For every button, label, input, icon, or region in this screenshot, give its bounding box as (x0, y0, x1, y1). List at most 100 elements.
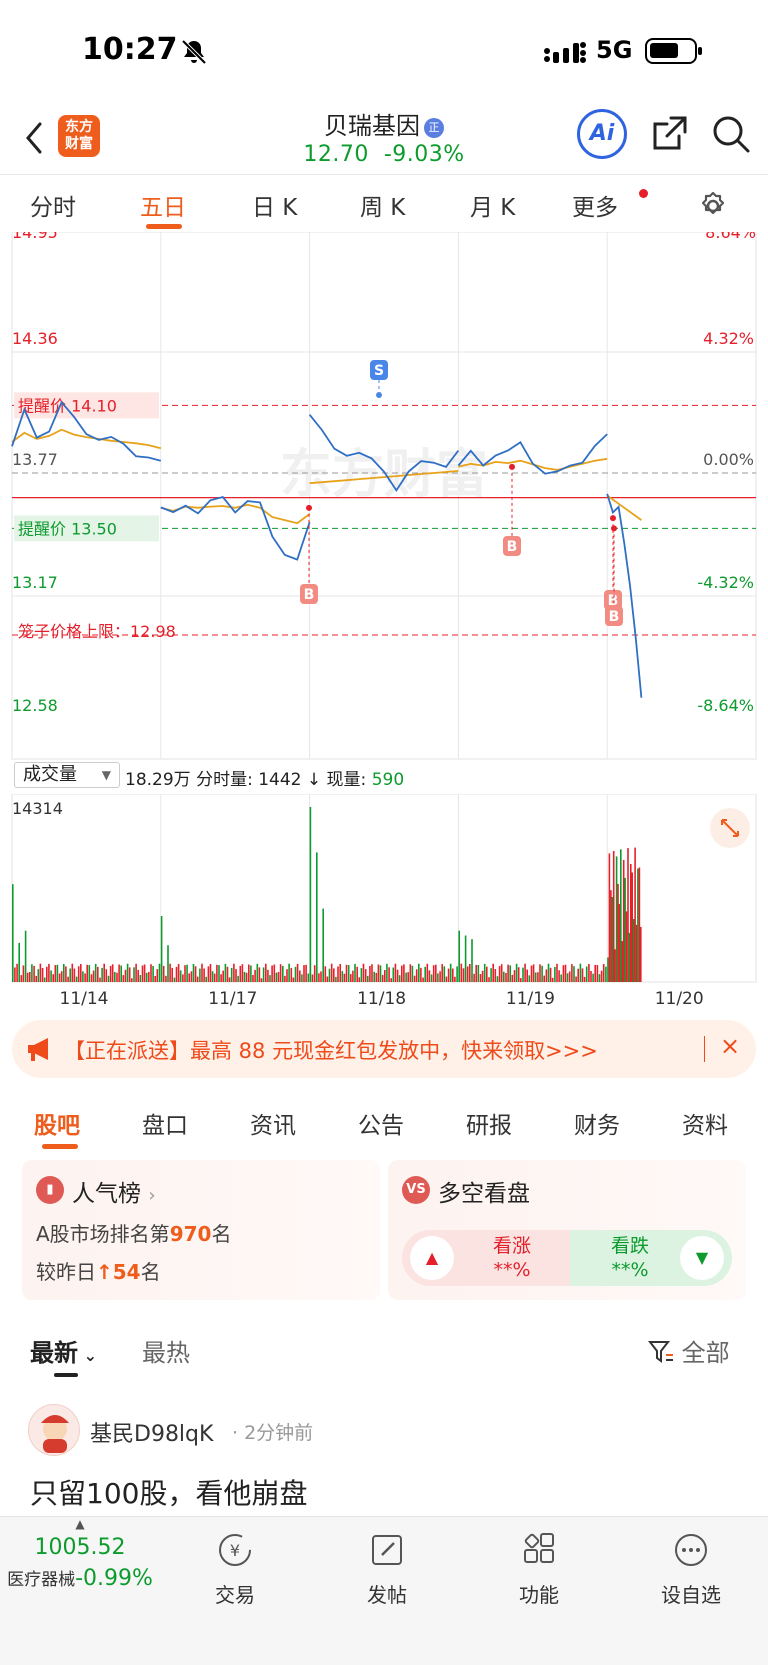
sort-hot[interactable]: 最热 (142, 1333, 190, 1368)
tab-research[interactable]: 研报 (466, 1106, 512, 1140)
nav-functions[interactable]: 功能 (494, 1531, 584, 1608)
tab-financials[interactable]: 财务 (574, 1106, 620, 1140)
nav-trade[interactable]: ¥ 交易 (190, 1531, 280, 1608)
volume-bar (260, 978, 263, 982)
volume-bar (638, 867, 641, 982)
volume-bar (435, 964, 437, 982)
volume-bar (120, 965, 122, 982)
volume-bar (471, 939, 473, 982)
volume-bar (324, 966, 327, 982)
tab-news[interactable]: 资讯 (250, 1106, 296, 1140)
index-expand-icon[interactable]: ▲ (0, 1517, 160, 1531)
volume-bar (371, 964, 373, 982)
volume-bar (625, 911, 628, 982)
rank-change: 54 (112, 1260, 141, 1284)
post-sort-tabs: 最新 ⌄ 最热 全部 (0, 1325, 768, 1377)
popularity-card[interactable]: ▮ 人气榜 › A股市场排名第970名 较昨日↑54名 (22, 1160, 380, 1300)
volume-bar (562, 965, 565, 982)
tab-profile[interactable]: 资料 (682, 1106, 728, 1140)
volume-bar (284, 975, 286, 982)
banner-close-button[interactable]: × (720, 1032, 740, 1060)
volume-bar (82, 971, 84, 982)
volume-bar (80, 964, 82, 982)
post-username[interactable]: 基民D98lqK (90, 1416, 213, 1448)
volume-bar (386, 963, 388, 982)
bullish-label: 看涨 (492, 1235, 531, 1257)
down-arrow-icon: ↓ (306, 770, 322, 790)
tab-weekly-k[interactable]: 周 K (360, 188, 405, 222)
tab-intraday[interactable]: 分时 (30, 188, 76, 222)
volume-bar (165, 975, 167, 982)
volume-bar (179, 970, 182, 982)
bullish-vote-button[interactable]: ▲ 看涨 **% (402, 1230, 572, 1286)
volume-bar (48, 963, 50, 982)
volume-bar (575, 976, 577, 982)
bearish-vote-button[interactable]: 看跌 **% ▼ (570, 1230, 732, 1286)
tab-forum[interactable]: 股吧 (34, 1106, 80, 1140)
volume-chart[interactable]: 14314 11/14 11/17 11/18 11/19 11/20 (0, 794, 768, 1014)
post-content[interactable]: 只留100股，看他崩盘 (30, 1472, 307, 1512)
share-icon[interactable] (651, 114, 689, 152)
volume-bar (560, 974, 562, 982)
alert-high-tag: 提醒价 14.10 (14, 392, 159, 419)
volume-bar (614, 949, 616, 982)
info-tab-indicator (42, 1144, 78, 1149)
sell-marker-dot (376, 392, 382, 399)
battery-icon (645, 38, 702, 64)
tab-five-day[interactable]: 五日 (140, 188, 186, 222)
volume-bar (328, 968, 331, 982)
volume-bar (362, 963, 365, 982)
volume-bar (12, 884, 14, 982)
sort-latest[interactable]: 最新 ⌄ (30, 1333, 97, 1368)
filter-all[interactable]: 全部 (647, 1333, 730, 1368)
period-tabs: 分时 五日 日 K 周 K 月 K 更多 (0, 176, 768, 232)
volume-bar (503, 971, 505, 982)
volume-bar (515, 963, 518, 982)
volume-bar (288, 963, 290, 982)
volume-bar (131, 978, 133, 982)
volume-bar (401, 965, 403, 982)
tab-more[interactable]: 更多 (572, 188, 618, 222)
volume-bar (624, 877, 626, 982)
five-day-price-chart[interactable]: 东方财富 14.95 8.64% 14.3613.7713.1712.584.3… (0, 232, 768, 760)
nav-post[interactable]: 发帖 (342, 1531, 432, 1608)
indicator-dropdown[interactable]: 成交量 ▼ (14, 762, 120, 788)
up-arrow-icon: ↑ (96, 1260, 113, 1284)
filter-icon (647, 1341, 673, 1363)
volume-bar (290, 967, 293, 982)
volume-bar (103, 963, 105, 982)
buy-marker-letter: B (304, 587, 315, 603)
volume-bar (333, 968, 335, 982)
settings-gear-icon[interactable] (697, 190, 729, 222)
volume-bar (107, 975, 110, 982)
volume-bar (396, 969, 399, 982)
index-summary[interactable]: 医疗器械-0.99% (0, 1565, 160, 1591)
volume-bar (637, 868, 639, 982)
mute-bell-icon (181, 39, 207, 65)
tab-monthly-k[interactable]: 月 K (470, 188, 515, 222)
up-triangle-icon: ▲ (410, 1236, 454, 1280)
volume-bar (26, 972, 29, 982)
volume-bar (245, 972, 248, 982)
volume-bar (524, 963, 526, 982)
volume-bar (407, 972, 409, 982)
promo-banner[interactable]: 【正在派送】最高 88 元现金红包发放中，快来领取>>> × (12, 1020, 756, 1078)
tab-announcements[interactable]: 公告 (358, 1106, 404, 1140)
search-icon[interactable] (711, 114, 751, 154)
tab-order-book[interactable]: 盘口 (142, 1106, 188, 1140)
ai-assistant-button[interactable]: Ai (577, 109, 627, 159)
volume-bar (341, 971, 344, 982)
nav-add-watchlist[interactable]: 设自选 (646, 1531, 736, 1608)
volume-bar (316, 852, 318, 982)
buy-marker-dot (509, 463, 515, 470)
volume-bar (640, 926, 642, 982)
volume-bar (490, 968, 492, 982)
buy-marker-dot (306, 504, 312, 511)
volume-bar (222, 970, 224, 982)
volume-bar (505, 973, 507, 982)
network-type: 5G (596, 36, 633, 64)
avatar[interactable] (28, 1404, 80, 1456)
volume-bar (75, 976, 78, 982)
tab-daily-k[interactable]: 日 K (252, 188, 297, 222)
volume-bar (22, 965, 25, 982)
